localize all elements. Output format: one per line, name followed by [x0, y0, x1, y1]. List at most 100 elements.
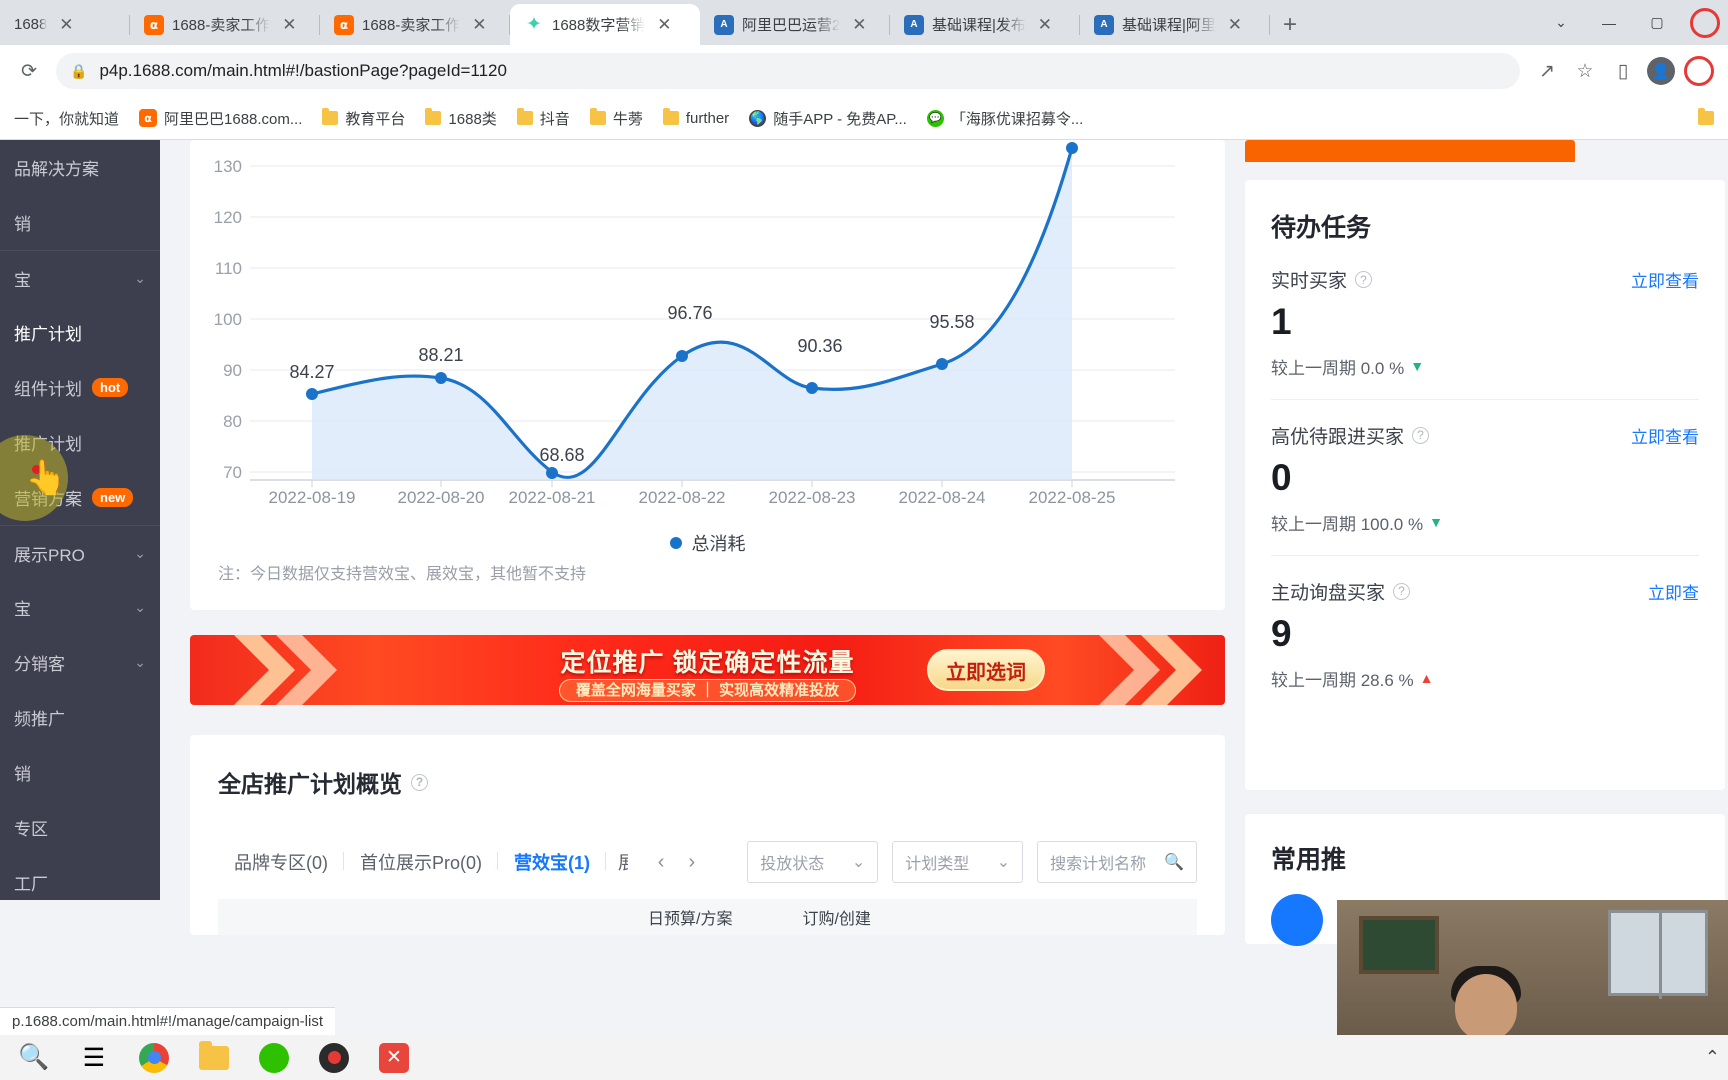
sidebar-item-10[interactable]: 频推广	[0, 690, 160, 745]
todo-label-text: 高优待跟进买家	[1271, 426, 1405, 448]
bookmark-item[interactable]: 抖音	[509, 104, 578, 133]
point-label: 90.36	[797, 336, 843, 356]
plan-type-select[interactable]: 计划类型 ⌄	[892, 841, 1024, 883]
sidebar-item-13[interactable]: 工厂	[0, 855, 160, 910]
banner-cta-button[interactable]: 立即选词	[927, 649, 1045, 691]
question-icon[interactable]: ?	[1393, 582, 1411, 600]
system-tray: ⌃	[1705, 1047, 1720, 1068]
promo-banner[interactable]: 定位推广 锁定确定性流量 覆盖全网海量买家 ｜ 实现高效精准投放 立即选词	[190, 635, 1225, 705]
todo-panel-title: 待办任务	[1271, 214, 1372, 242]
sidebar-item-1[interactable]: 销	[0, 195, 160, 250]
tab-close-icon[interactable]: ✕	[1224, 14, 1246, 36]
side-panel-icon[interactable]: ▯	[1606, 54, 1640, 88]
tabs-next-button[interactable]: ›	[676, 846, 707, 878]
bookmark-label: 阿里巴巴1688.com...	[164, 110, 303, 128]
sidebar-item-label: 组件计划	[14, 380, 82, 399]
bookmark-overflow[interactable]	[1690, 107, 1722, 129]
minimize-button[interactable]: —	[1586, 3, 1632, 43]
question-icon[interactable]: ?	[411, 773, 428, 791]
tab-close-icon[interactable]: ✕	[848, 14, 870, 36]
chart-legend[interactable]: 总消耗	[190, 530, 1225, 556]
search-placeholder: 搜索计划名称	[1050, 856, 1147, 873]
sidebar-item-7[interactable]: 展示PRO ⌄	[0, 525, 160, 580]
sidebar-item-0[interactable]: 品解决方案	[0, 140, 160, 195]
badge-new: new	[92, 488, 134, 507]
tab-brand-zone[interactable]: 品牌专区(0)	[218, 849, 344, 875]
sidebar-item-8[interactable]: 宝 ⌄	[0, 580, 160, 635]
address-bar[interactable]: 🔒 p4p.1688.com/main.html#!/bastionPage?p…	[56, 53, 1520, 89]
wechat-icon[interactable]	[246, 1035, 302, 1080]
task-view-icon[interactable]: ☰	[66, 1035, 122, 1080]
share-icon[interactable]: ↗	[1530, 54, 1564, 88]
tab-zhan[interactable]: 展	[606, 849, 628, 875]
tab-top-display-pro[interactable]: 首位展示Pro(0)	[344, 849, 499, 875]
tab-title: 1688数字营销	[552, 17, 646, 34]
search-icon[interactable]: 🔍	[6, 1035, 62, 1080]
chevron-down-icon: ⌄	[134, 599, 146, 615]
alibaba-icon: A	[904, 14, 924, 35]
chevron-down-icon: ⌄	[134, 269, 146, 286]
tab-close-icon[interactable]: ✕	[55, 14, 77, 36]
view-now-link[interactable]: 立即查	[1648, 579, 1699, 604]
maximize-button[interactable]: ▢	[1634, 3, 1680, 43]
bookmark-item[interactable]: ⍺ 阿里巴巴1688.com...	[131, 104, 310, 133]
recording-indicator-icon[interactable]	[1682, 54, 1716, 88]
new-tab-button[interactable]: +	[1270, 5, 1310, 45]
sidebar-item-2[interactable]: 宝 ⌄	[0, 250, 160, 305]
common-panel-title: 常用推	[1271, 846, 1347, 874]
sidebar-item-3[interactable]: 推广计划	[0, 305, 160, 360]
view-now-link[interactable]: 立即查看	[1631, 267, 1699, 292]
sidebar-item-11[interactable]: 销	[0, 745, 160, 800]
chrome-icon[interactable]	[126, 1035, 182, 1080]
tab-close-icon[interactable]: ✕	[653, 14, 675, 36]
bookmark-item[interactable]: further	[655, 106, 737, 131]
browser-tab[interactable]: ⍺ 1688-卖家工作 ✕	[320, 4, 510, 45]
window-controls: ⌄ — ▢	[1538, 0, 1728, 45]
bookmark-item[interactable]: 教育平台	[314, 104, 413, 133]
sidebar-item-4[interactable]: 组件计划 hot	[0, 360, 160, 415]
tab-close-icon[interactable]: ✕	[1034, 14, 1056, 36]
bookmark-item[interactable]: 牛蒡	[582, 104, 651, 133]
tab-yingxiaobao[interactable]: 营效宝(1)	[498, 849, 607, 875]
browser-tab[interactable]: A 基础课程|阿里 ✕	[1080, 4, 1270, 45]
x-app-icon[interactable]: ✕	[366, 1035, 422, 1080]
status-select[interactable]: 投放状态 ⌄	[747, 841, 879, 883]
search-plan-input[interactable]: 搜索计划名称 🔍	[1037, 841, 1197, 883]
bookmark-star-icon[interactable]: ☆	[1568, 54, 1602, 88]
tray-expand-icon[interactable]: ⌃	[1705, 1047, 1720, 1068]
banner-subline: 覆盖全网海量买家 ｜ 实现高效精准投放	[190, 679, 1225, 702]
consumption-chart[interactable]: 130 120 110 100 90 80 70 2022-08-19 2022…	[190, 140, 1225, 554]
sidebar-item-label: 频推广	[14, 710, 65, 729]
bookmark-item[interactable]: 1688类	[417, 104, 504, 133]
tab-close-icon[interactable]: ✕	[278, 14, 300, 36]
bookmark-item[interactable]: 🌎 随手APP - 免费AP...	[741, 104, 915, 133]
bookmark-item[interactable]: 💬 「海豚优课招募令...	[919, 104, 1092, 133]
sidebar-item-9[interactable]: 分销客 ⌄	[0, 635, 160, 690]
browser-tab[interactable]: A 阿里巴巴运营2 ✕	[700, 4, 890, 45]
view-now-link[interactable]: 立即查看	[1631, 423, 1699, 448]
recorder-icon[interactable]	[306, 1035, 362, 1080]
page-content: 品解决方案 销 宝 ⌄ 推广计划 组件计划 hot 推广计划 营销方案 new …	[0, 140, 1728, 1035]
plus-circle-icon[interactable]	[1271, 894, 1323, 946]
question-icon[interactable]: ?	[1355, 271, 1373, 288]
tab-title: 1688-卖家工作	[362, 17, 461, 34]
browser-tab[interactable]: ⍺ 1688-卖家工作 ✕	[130, 4, 320, 45]
tabs-prev-button[interactable]: ‹	[646, 846, 677, 878]
close-window-button[interactable]	[1682, 3, 1728, 43]
browser-tab[interactable]: A 基础课程|发布 ✕	[890, 4, 1080, 45]
profile-avatar[interactable]: 👤	[1644, 54, 1678, 88]
search-icon[interactable]: 🔍	[1164, 852, 1184, 872]
sidebar-item-12[interactable]: 专区	[0, 800, 160, 855]
reload-icon[interactable]: ⟳	[12, 54, 46, 88]
todo-value: 9	[1271, 612, 1292, 654]
tab-close-icon[interactable]: ✕	[468, 14, 490, 36]
question-icon[interactable]: ?	[1412, 426, 1430, 444]
bookmark-item[interactable]: 一下，你就知道	[6, 104, 127, 133]
tab-search-icon[interactable]: ⌄	[1538, 3, 1584, 43]
folder-icon[interactable]	[186, 1035, 242, 1080]
webcam-overlay[interactable]: ✦	[1337, 900, 1728, 1035]
browser-tab[interactable]: 1688 ✕	[0, 4, 130, 45]
globe-icon: 🌎	[749, 109, 767, 127]
browser-tab-active[interactable]: ✦ 1688数字营销 ✕	[510, 4, 700, 45]
sidebar-item-label: 分销客	[14, 655, 65, 674]
